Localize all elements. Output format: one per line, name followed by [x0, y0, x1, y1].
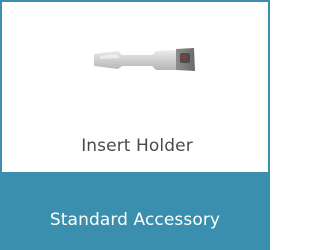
category-label: Standard Accessory — [49, 210, 221, 230]
insert-holder-image — [94, 48, 195, 71]
product-title: Insert Holder — [81, 136, 193, 156]
category-banner[interactable]: Standard Accessory — [0, 172, 270, 250]
product-card-body: Insert Holder — [0, 0, 270, 172]
product-card[interactable]: Insert Holder Standard Accessory — [0, 0, 270, 250]
